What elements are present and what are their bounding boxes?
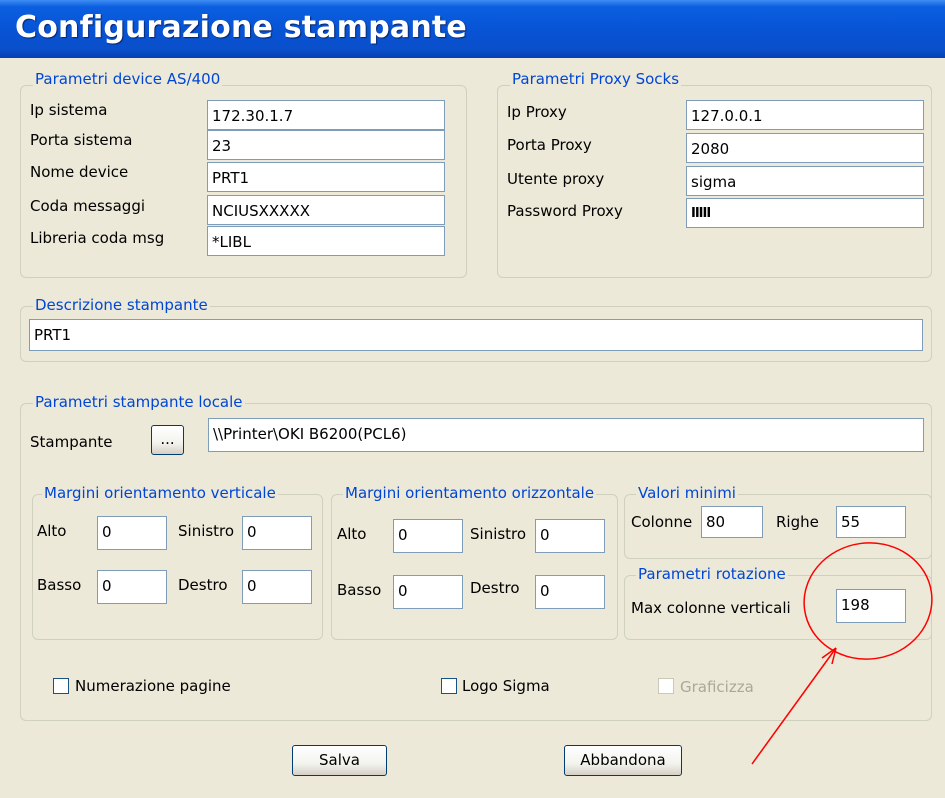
input-vert-basso[interactable]: 0 [97,570,167,604]
label-righe: Righe [776,513,819,531]
group-descrizione-legend: Descrizione stampante [33,296,210,314]
checkbox-logo-sigma[interactable] [441,678,457,694]
input-password-proxy[interactable]: IIIII [686,198,924,228]
input-colonne[interactable]: 80 [701,506,763,538]
label-vert-destro: Destro [178,576,228,594]
title-bar[interactable]: Configurazione stampante [0,0,945,58]
group-margini-orizzontale [331,494,618,640]
label-vert-sinistro: Sinistro [178,522,235,540]
label-ip-sistema: Ip sistema [30,101,108,119]
group-margini-verticale-legend: Margini orientamento verticale [42,484,278,502]
input-utente-proxy[interactable]: sigma [686,166,924,196]
input-righe[interactable]: 55 [836,506,906,538]
label-oriz-destro: Destro [470,579,520,597]
checkbox-graficizza [658,678,674,694]
input-descrizione[interactable]: PRT1 [29,319,923,351]
label-libreria-coda: Libreria coda msg [30,229,165,247]
label-vert-alto: Alto [37,522,67,540]
input-ip-sistema[interactable]: 172.30.1.7 [207,100,445,130]
label-ip-proxy: Ip Proxy [507,103,567,121]
browse-printer-button[interactable]: ... [151,425,184,455]
input-vert-alto[interactable]: 0 [97,516,167,550]
input-oriz-alto[interactable]: 0 [393,519,463,553]
label-oriz-basso: Basso [337,581,382,599]
label-vert-basso: Basso [37,576,82,594]
window-title: Configurazione stampante [15,10,467,45]
label-max-colonne: Max colonne verticali [631,599,791,617]
input-vert-sinistro[interactable]: 0 [242,516,312,550]
label-utente-proxy: Utente proxy [507,170,605,188]
label-coda-messaggi: Coda messaggi [30,197,146,215]
label-porta-sistema: Porta sistema [30,131,133,149]
input-libreria-coda[interactable]: *LIBL [207,226,445,256]
group-stampante-locale-legend: Parametri stampante locale [33,393,245,411]
input-oriz-destro[interactable]: 0 [535,575,605,609]
label-graficizza: Graficizza [680,678,754,696]
input-coda-messaggi[interactable]: NCIUSXXXXX [207,195,445,225]
group-margini-orizzontale-legend: Margini orientamento orizzontale [343,484,597,502]
input-ip-proxy[interactable]: 127.0.0.1 [686,100,924,130]
input-vert-destro[interactable]: 0 [242,570,312,604]
group-as400-legend: Parametri device AS/400 [33,70,223,88]
label-porta-proxy: Porta Proxy [507,136,592,154]
label-password-proxy: Password Proxy [507,202,623,220]
group-valori-minimi-legend: Valori minimi [636,484,738,502]
input-oriz-sinistro[interactable]: 0 [535,519,605,553]
input-porta-proxy[interactable]: 2080 [686,133,924,163]
save-button[interactable]: Salva [292,745,387,776]
cancel-button[interactable]: Abbandona [564,745,682,776]
label-colonne: Colonne [631,513,693,531]
group-parametri-rotazione-legend: Parametri rotazione [636,565,788,583]
group-proxy-legend: Parametri Proxy Socks [510,70,682,88]
label-numerazione[interactable]: Numerazione pagine [75,676,231,696]
label-nome-device: Nome device [30,163,129,181]
input-stampante[interactable]: \\Printer\OKI B6200(PCL6) [208,418,924,452]
label-logo-sigma[interactable]: Logo Sigma [462,676,550,696]
input-oriz-basso[interactable]: 0 [393,575,463,609]
input-max-colonne[interactable]: 198 [836,589,906,623]
label-oriz-alto: Alto [337,525,367,543]
input-porta-sistema[interactable]: 23 [207,130,445,160]
input-nome-device[interactable]: PRT1 [207,162,445,192]
label-stampante: Stampante [30,433,113,451]
checkbox-numerazione[interactable] [53,678,69,694]
label-oriz-sinistro: Sinistro [470,525,527,543]
